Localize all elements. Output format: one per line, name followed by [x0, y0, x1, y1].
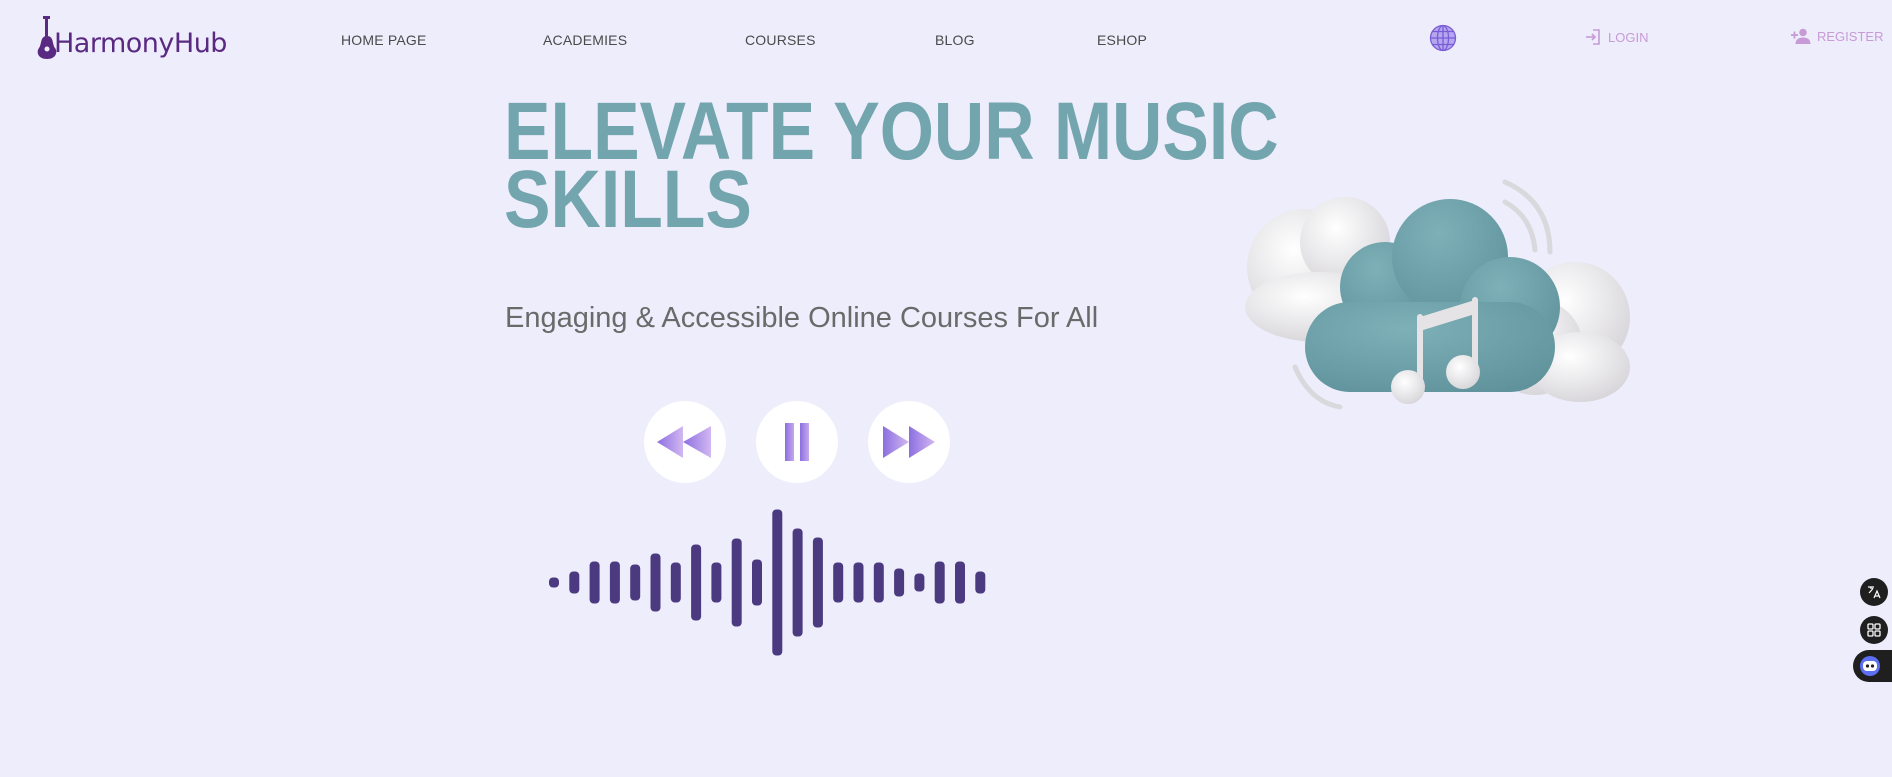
wave-bar — [955, 561, 965, 604]
nav-academies[interactable]: ACADEMIES — [543, 32, 627, 48]
wave-bar — [894, 568, 905, 597]
login-icon — [1586, 29, 1600, 45]
wave-bar — [569, 571, 580, 594]
apps-grid-icon — [1867, 623, 1881, 637]
wave-bar — [549, 577, 559, 588]
assistant-tool-button[interactable] — [1853, 650, 1892, 682]
pause-icon — [785, 423, 809, 461]
rewind-button[interactable] — [644, 401, 726, 483]
wave-bar — [691, 544, 702, 621]
wave-bar — [650, 553, 661, 612]
translate-tool-button[interactable] — [1860, 578, 1888, 606]
wave-bar — [609, 561, 620, 604]
wave-bar — [812, 537, 823, 628]
wave-bar — [589, 561, 600, 604]
wave-bar — [670, 562, 681, 603]
language-globe-icon[interactable] — [1429, 24, 1457, 52]
brand-name: HarmonyHub — [54, 28, 227, 59]
rewind-icon — [657, 426, 711, 458]
apps-tool-button[interactable] — [1860, 616, 1888, 644]
hero-subtitle: Engaging & Accessible Online Courses For… — [505, 302, 1099, 334]
assistant-bot-icon — [1860, 656, 1880, 676]
login-label: LOGIN — [1608, 29, 1649, 45]
page: HarmonyHub HOME PAGE ACADEMIES COURSES B… — [0, 0, 1892, 777]
wave-bar — [792, 528, 803, 637]
wave-bar — [833, 562, 844, 603]
nav-blog[interactable]: BLOG — [935, 32, 975, 48]
translate-icon — [1868, 586, 1881, 599]
wave-bar — [772, 509, 783, 656]
wave-bar — [731, 538, 742, 627]
wave-bar — [914, 573, 925, 592]
nav-home[interactable]: HOME PAGE — [341, 32, 427, 48]
register-link[interactable]: REGISTER — [1791, 28, 1883, 44]
add-user-icon — [1791, 28, 1811, 44]
wave-bar — [873, 562, 884, 603]
cloud-music-note-icon — [1245, 179, 1630, 410]
nav-courses[interactable]: COURSES — [745, 32, 816, 48]
wave-bar — [752, 559, 762, 606]
hero-title: ELEVATE YOUR MUSIC SKILLS — [504, 91, 1279, 241]
brand-logo[interactable]: HarmonyHub — [36, 12, 227, 60]
login-link[interactable]: LOGIN — [1584, 28, 1648, 46]
fast-forward-icon — [883, 426, 935, 458]
nav-eshop[interactable]: ESHOP — [1097, 32, 1147, 48]
register-label: REGISTER — [1817, 28, 1884, 44]
wave-bar — [711, 562, 722, 603]
wave-bar — [853, 562, 864, 603]
fast-forward-button[interactable] — [868, 401, 950, 483]
sound-wave-graphic — [549, 509, 986, 656]
wave-bar — [975, 571, 986, 594]
wave-bar — [934, 561, 945, 604]
wave-bar — [630, 564, 641, 601]
pause-button[interactable] — [756, 401, 838, 483]
